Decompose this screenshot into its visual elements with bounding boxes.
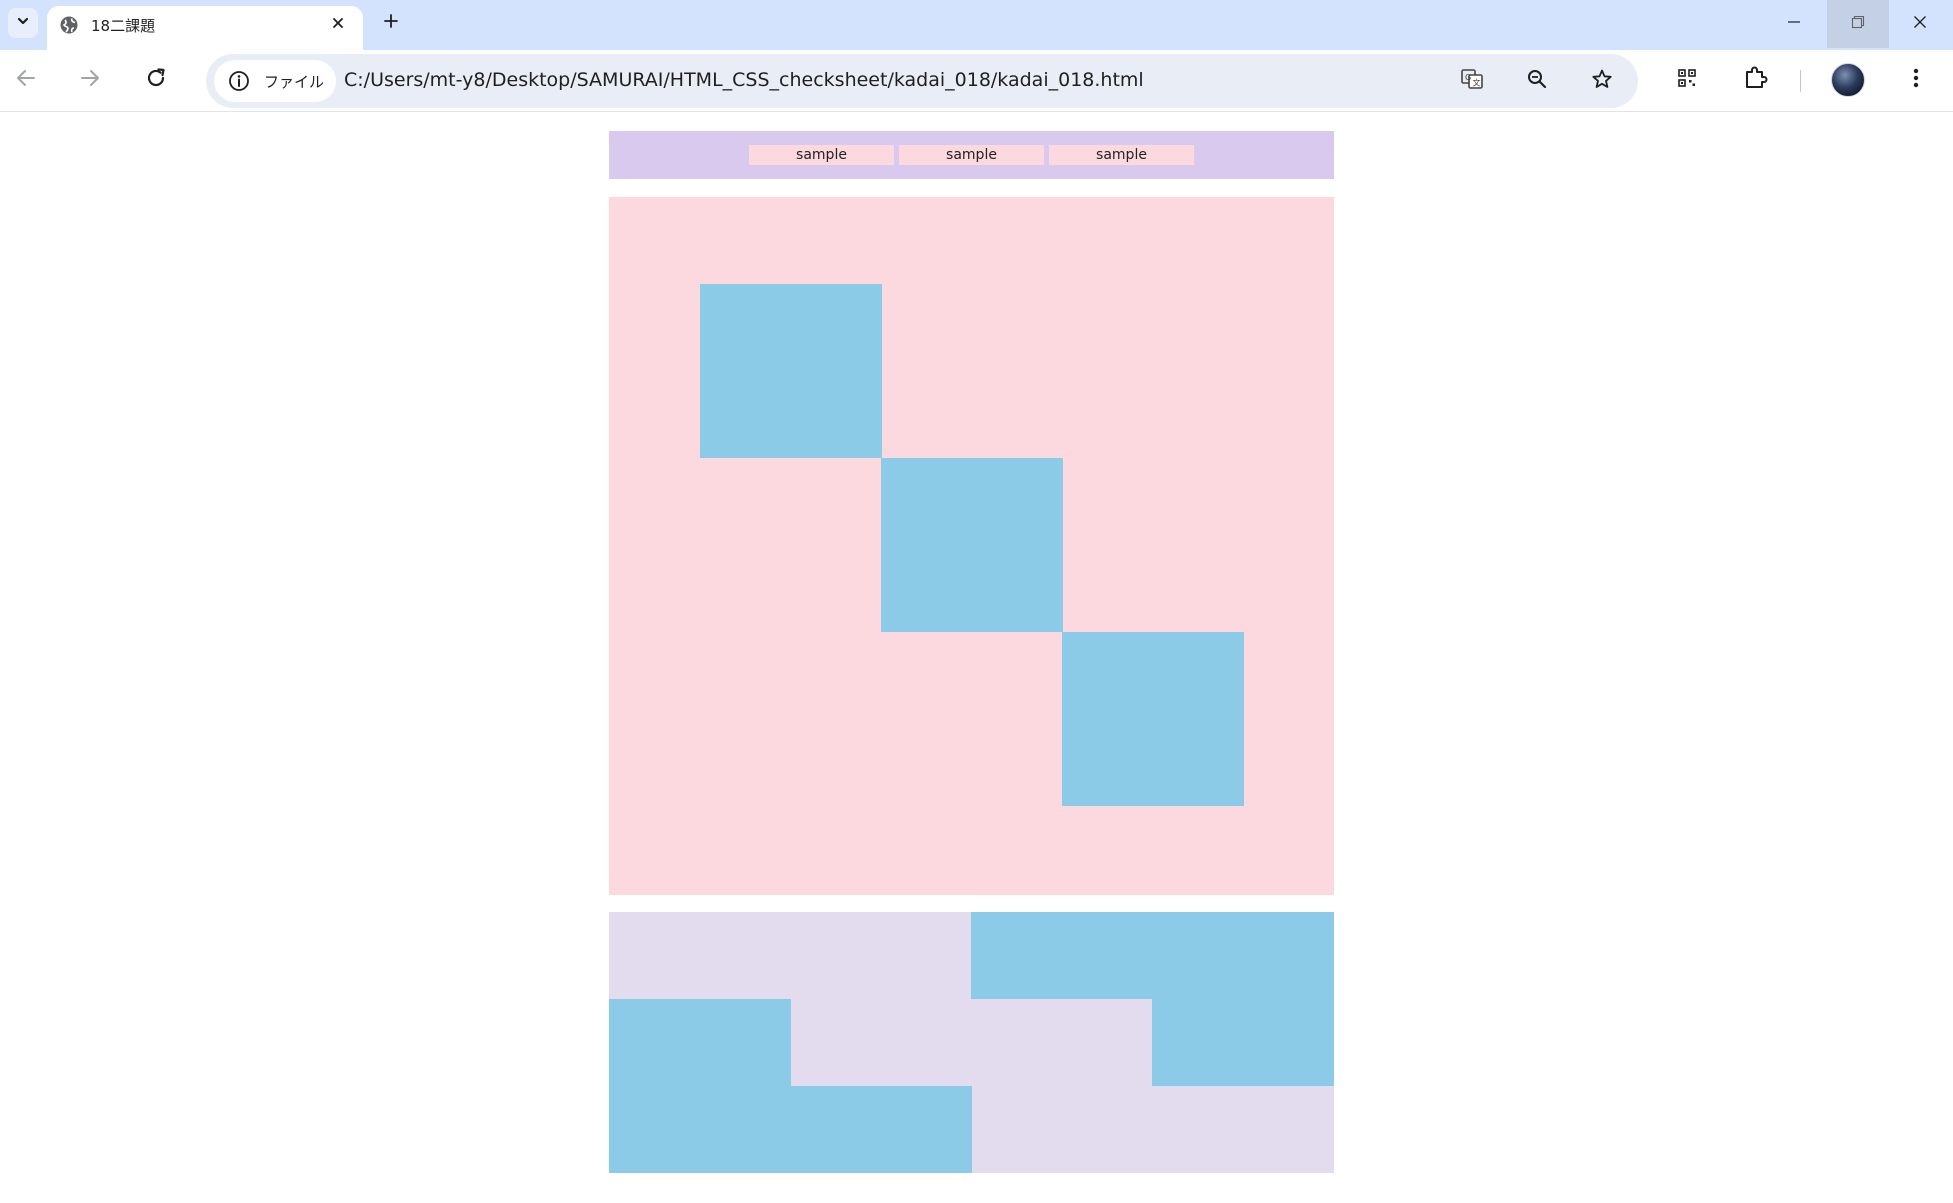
info-icon	[228, 70, 250, 92]
active-tab[interactable]: 18二課題	[47, 6, 363, 50]
blue-grid-cell	[1152, 999, 1334, 1086]
minimize-icon	[1787, 15, 1801, 34]
checker-grid-section	[609, 912, 1334, 1173]
url-text[interactable]: C:/Users/mt-y8/Desktop/SAMURAI/HTML_CSS_…	[344, 69, 1144, 91]
globe-icon	[59, 15, 79, 35]
close-icon	[332, 16, 344, 34]
zoom-button[interactable]	[1523, 67, 1551, 95]
zoom-icon	[1526, 68, 1548, 95]
nav-item[interactable]: sample	[899, 145, 1044, 165]
reload-button[interactable]	[138, 62, 174, 98]
page-header: sample sample sample	[609, 131, 1334, 179]
page-viewport: sample sample sample	[0, 113, 1953, 1203]
reload-icon	[145, 67, 167, 94]
blue-square	[1062, 632, 1244, 806]
tab-strip: 18二課題	[0, 0, 1953, 50]
close-icon	[1913, 15, 1927, 34]
star-icon	[1591, 68, 1613, 95]
puzzle-icon	[1743, 65, 1769, 96]
arrow-left-icon	[15, 67, 37, 94]
browser-toolbar: ファイル C:/Users/mt-y8/Desktop/SAMURAI/HTML…	[0, 50, 1953, 112]
svg-text:文: 文	[1473, 77, 1481, 87]
address-bar[interactable]: ファイル C:/Users/mt-y8/Desktop/SAMURAI/HTML…	[206, 54, 1638, 108]
svg-text:G: G	[1465, 73, 1471, 82]
bookmark-button[interactable]	[1588, 67, 1616, 95]
restore-icon	[1851, 15, 1865, 34]
restore-button[interactable]	[1827, 0, 1889, 48]
blue-grid-cell	[609, 999, 791, 1086]
profile-avatar[interactable]	[1831, 63, 1865, 97]
plus-icon	[383, 13, 399, 34]
qr-code-button[interactable]	[1671, 64, 1703, 96]
forward-button[interactable]	[72, 62, 108, 98]
blue-grid-cell	[790, 1086, 972, 1173]
blue-square	[700, 284, 882, 458]
translate-icon: G文	[1460, 67, 1484, 96]
qr-code-icon	[1677, 68, 1697, 93]
blue-grid-cell	[1152, 912, 1334, 999]
blue-grid-cell	[971, 912, 1153, 999]
translate-button[interactable]: G文	[1458, 67, 1486, 95]
kebab-menu-icon	[1913, 67, 1919, 94]
nav-item[interactable]: sample	[749, 145, 894, 165]
tab-close-button[interactable]	[327, 14, 349, 36]
blue-grid-cell	[609, 1086, 791, 1173]
extensions-button[interactable]	[1740, 64, 1772, 96]
nav-item[interactable]: sample	[1049, 145, 1194, 165]
browser-menu-button[interactable]	[1900, 64, 1932, 96]
tab-search-button[interactable]	[8, 8, 38, 38]
minimize-button[interactable]	[1763, 0, 1825, 48]
blue-square	[881, 458, 1063, 632]
back-button[interactable]	[8, 62, 44, 98]
arrow-right-icon	[79, 67, 101, 94]
site-info-label: ファイル	[264, 72, 325, 91]
site-info-button[interactable]: ファイル	[214, 60, 336, 102]
close-window-button[interactable]	[1889, 0, 1951, 48]
new-tab-button[interactable]	[378, 10, 404, 36]
tab-title: 18二課題	[91, 17, 156, 35]
diagonal-squares-section	[609, 197, 1334, 895]
chevron-down-icon	[16, 14, 30, 33]
toolbar-divider	[1800, 70, 1801, 92]
